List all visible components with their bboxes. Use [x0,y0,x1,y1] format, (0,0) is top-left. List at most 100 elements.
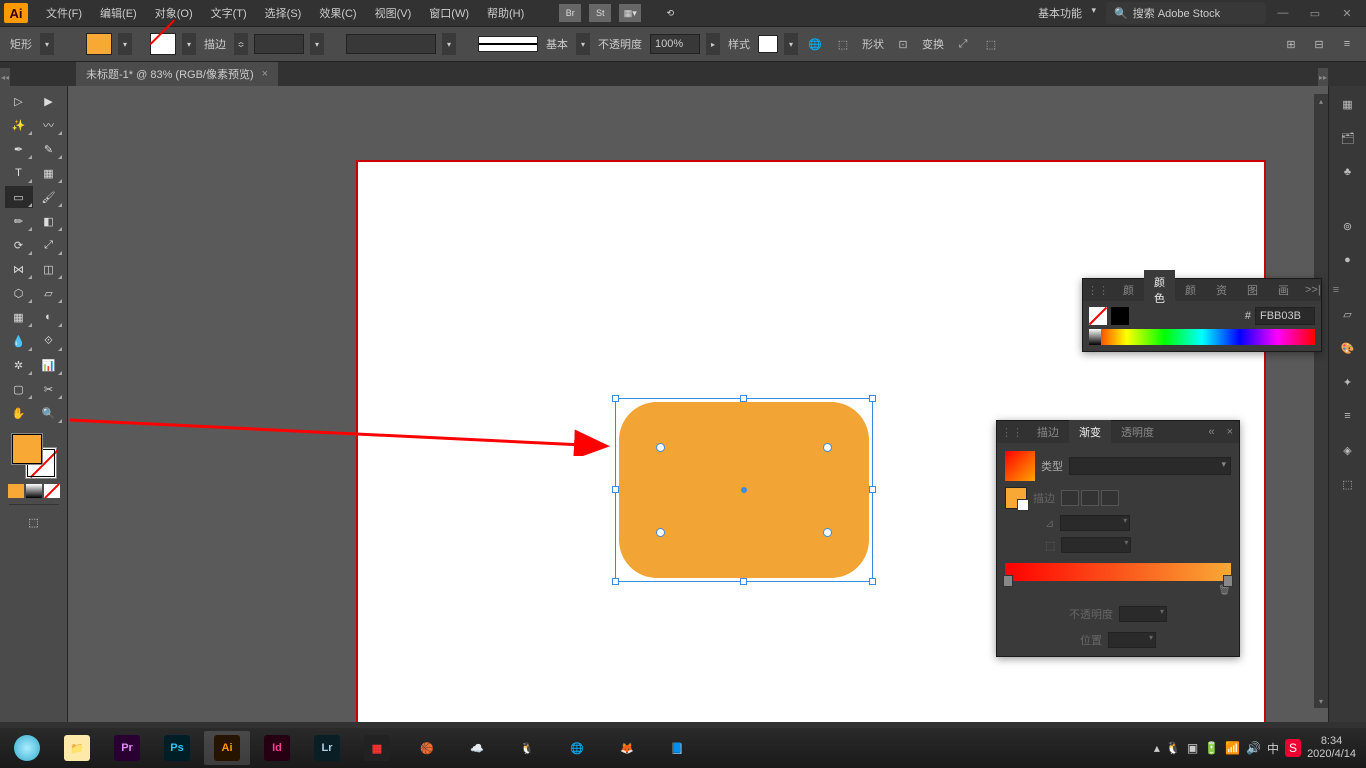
tab-color-guide[interactable]: 颜 [1113,278,1144,302]
fill-swatch[interactable] [86,33,112,55]
tray-app-icon[interactable]: ▣ [1187,741,1198,755]
taskbar-app-13[interactable]: 🦊 [604,731,650,765]
tab-5[interactable]: 图 [1237,278,1268,302]
tab-4[interactable]: 资 [1206,278,1237,302]
gradient-preview[interactable] [1005,451,1035,481]
corner-widget-sw[interactable] [656,528,665,537]
gradient-panel[interactable]: ⋮⋮ 描边 渐变 透明度 « × 类型 描边 ⊿ ⬚ [996,420,1240,657]
taskbar-app-8[interactable]: ▦ [354,731,400,765]
aspect-select[interactable] [1061,537,1131,553]
resize-handle-nw[interactable] [612,395,619,402]
blend-tool[interactable]: ⟐ [35,330,63,352]
panel-close-icon[interactable]: × [1221,426,1239,438]
tray-expand-icon[interactable]: ▴ [1154,741,1160,755]
tab-gradient[interactable]: 渐变 [1069,420,1111,444]
resize-handle-se[interactable] [869,578,876,585]
fill-stroke-control[interactable] [12,434,56,478]
symbol-sprayer-tool[interactable]: ✲ [5,354,33,376]
tray-battery-icon[interactable]: 🔋 [1204,741,1219,755]
taskbar-app-photoshop[interactable]: Ps [154,731,200,765]
symbols-panel-icon[interactable]: ✦ [1336,370,1360,394]
stroke-weight-stepper[interactable]: ≎ [234,33,248,55]
taskbar-app-indesign[interactable]: Id [254,731,300,765]
variable-width-input[interactable] [346,34,436,54]
align-icon[interactable]: ⬚ [832,34,854,54]
menu-help[interactable]: 帮助(H) [479,1,532,25]
vertical-scrollbar[interactable]: ▴▾ [1314,94,1328,708]
pref-icon-2[interactable]: ⊟ [1308,34,1330,54]
fill-color-box[interactable] [12,434,42,464]
brushes-panel-icon[interactable]: ♣ [1336,160,1360,184]
resize-handle-ne[interactable] [869,395,876,402]
corner-widget-nw[interactable] [656,443,665,452]
panel-grip[interactable]: ⋮⋮ [997,426,1027,439]
shape-props-icon[interactable]: ⊡ [892,34,914,54]
tab-color[interactable]: 颜色 [1144,270,1175,310]
rightdock-collapse-handle[interactable]: ▸▸ [1318,68,1328,86]
tray-ime-icon[interactable]: 中 [1267,740,1279,757]
stroke-panel-icon[interactable]: ≡ [1336,404,1360,428]
artboards-panel-icon[interactable]: ⬚ [1336,472,1360,496]
scale-tool[interactable]: ⤢ [35,234,63,256]
line-tool[interactable]: ▦ [35,162,63,184]
corner-widget-se[interactable] [823,528,832,537]
gradient-tool[interactable]: ◐ [35,306,63,328]
zoom-tool[interactable]: 🔍 [35,402,63,424]
tab-close-icon[interactable]: × [262,68,268,80]
stock-icon[interactable]: St [589,4,611,22]
pref-icon-1[interactable]: ⊞ [1280,34,1302,54]
brush-preview[interactable] [478,36,538,52]
variable-width-dropdown[interactable]: ▾ [442,33,456,55]
selection-tool[interactable]: ▷ [5,90,33,112]
search-stock[interactable]: 🔍搜索 Adobe Stock [1106,2,1266,24]
taskbar-app-notes[interactable]: 📘 [654,731,700,765]
tab-transparency[interactable]: 透明度 [1111,420,1164,444]
width-tool[interactable]: ⋈ [5,258,33,280]
menu-file[interactable]: 文件(F) [38,1,90,25]
resize-handle-n[interactable] [740,395,747,402]
shaper-tool[interactable]: ✏ [5,210,33,232]
panel-fill-swatch[interactable] [1089,307,1107,325]
taskbar-clock[interactable]: 8:34 2020/4/14 [1307,735,1356,761]
panel-stroke-swatch[interactable] [1111,307,1129,325]
mesh-tool[interactable]: ▦ [5,306,33,328]
free-transform-tool[interactable]: ◫ [35,258,63,280]
libraries-panel-icon[interactable]: 🗂 [1336,126,1360,150]
curvature-tool[interactable]: ✎ [35,138,63,160]
taskbar-app-browser[interactable] [4,731,50,765]
transform-button[interactable]: 变换 [922,36,944,52]
workspace-switcher[interactable]: 基本功能 [1028,2,1098,24]
close-button[interactable]: ✕ [1332,3,1362,23]
menu-effect[interactable]: 效果(C) [311,1,364,25]
delete-stop-icon[interactable]: 🗑 [1005,585,1231,596]
minimize-button[interactable]: — [1268,3,1298,23]
color-spectrum[interactable] [1089,329,1315,345]
stroke-dropdown[interactable]: ▾ [182,33,196,55]
color-panel-icon[interactable]: ▱ [1336,302,1360,326]
stop-opacity-select[interactable] [1119,606,1167,622]
tab-6[interactable]: 画 [1268,278,1299,302]
gradient-type-select[interactable] [1069,457,1231,475]
appearance-panel-icon[interactable]: ● [1336,248,1360,272]
tray-sogou-icon[interactable]: S [1285,739,1301,757]
stroke-weight-input[interactable] [254,34,304,54]
recolor-icon[interactable]: 🌐 [804,34,826,54]
menu-view[interactable]: 视图(V) [367,1,420,25]
stroke-align-3[interactable] [1101,490,1119,506]
hex-input[interactable] [1255,307,1315,325]
tray-network-icon[interactable]: 📶 [1225,741,1240,755]
swatches-panel-icon[interactable]: 🎨 [1336,336,1360,360]
menu-type[interactable]: 文字(T) [203,1,255,25]
selection-bounding-box[interactable] [615,398,873,582]
opacity-input[interactable] [650,34,700,54]
taskbar-app-lightroom[interactable]: Lr [304,731,350,765]
panel-menu-icon[interactable]: ≡ [1336,34,1358,54]
gradient-slider[interactable] [1005,563,1231,581]
stroke-align-1[interactable] [1061,490,1079,506]
shape-builder-tool[interactable]: ⬡ [5,282,33,304]
tray-qq-icon[interactable]: 🐧 [1166,741,1181,755]
artboard-tool[interactable]: ▢ [5,378,33,400]
corner-widget-ne[interactable] [823,443,832,452]
gradient-fill-stroke[interactable] [1005,487,1027,509]
layers-panel-icon[interactable]: ◈ [1336,438,1360,462]
